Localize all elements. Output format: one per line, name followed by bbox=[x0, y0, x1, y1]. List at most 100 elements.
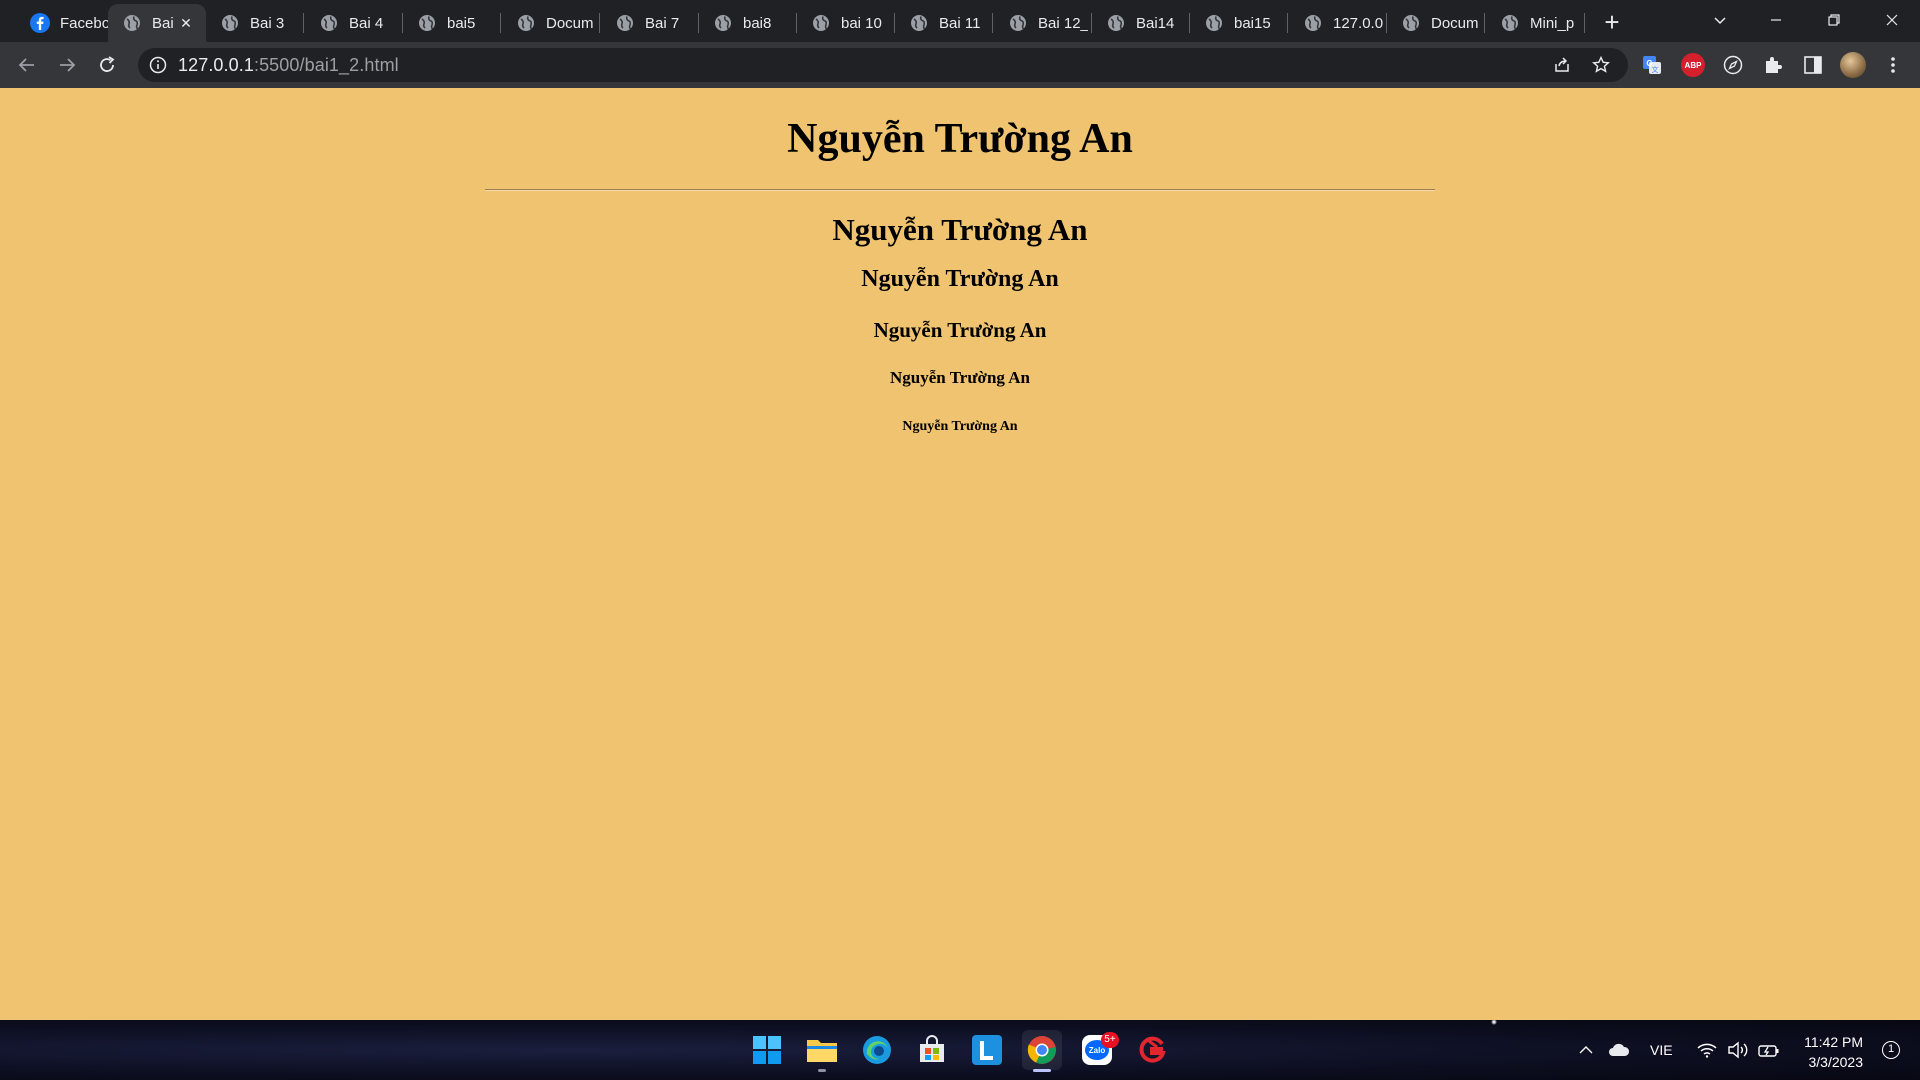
info-icon[interactable] bbox=[148, 55, 168, 75]
tab-separator bbox=[992, 13, 993, 33]
tab-separator bbox=[599, 13, 600, 33]
tab-title: bai15 bbox=[1234, 14, 1271, 32]
globe-icon bbox=[417, 13, 437, 33]
url-host: 127.0.0.1 bbox=[178, 55, 254, 75]
tab-title: Faceboo bbox=[60, 14, 110, 32]
more-vertical-icon bbox=[1891, 57, 1895, 73]
clock-date: 3/3/2023 bbox=[1808, 1054, 1864, 1070]
browser-tab[interactable]: bai 10 bbox=[797, 4, 893, 42]
wifi-tray-icon[interactable] bbox=[1697, 1020, 1717, 1080]
address-bar[interactable]: 127.0.0.1:5500/bai1_2.html bbox=[138, 48, 1628, 82]
globe-icon bbox=[615, 13, 635, 33]
volume-tray-icon[interactable] bbox=[1727, 1020, 1749, 1080]
translate-icon: G文 bbox=[1643, 56, 1661, 74]
tab-title: bai8 bbox=[743, 14, 772, 32]
reload-button[interactable] bbox=[92, 50, 122, 80]
browser-tab[interactable]: Mini_p bbox=[1486, 4, 1582, 42]
close-tab-icon[interactable]: ✕ bbox=[176, 13, 196, 33]
edge-icon bbox=[863, 1036, 891, 1064]
globe-icon bbox=[220, 13, 240, 33]
minimize-button[interactable] bbox=[1748, 0, 1804, 40]
tab-title: Bai 11 bbox=[939, 14, 981, 32]
back-button[interactable] bbox=[12, 50, 42, 80]
svg-text:Zalo: Zalo bbox=[1089, 1046, 1106, 1055]
close-icon bbox=[1886, 14, 1898, 26]
tab-title: Bai 7 bbox=[645, 14, 680, 32]
share-icon[interactable] bbox=[1552, 55, 1572, 75]
tab-separator bbox=[1584, 13, 1585, 33]
cloud-icon bbox=[1609, 1043, 1630, 1056]
windows-logo-icon bbox=[753, 1036, 781, 1064]
browser-tab[interactable]: Docum bbox=[502, 4, 598, 42]
globe-icon bbox=[811, 13, 831, 33]
taskbar-edge[interactable] bbox=[857, 1030, 897, 1070]
chevron-up-icon bbox=[1579, 1046, 1593, 1054]
taskbar-file-explorer[interactable] bbox=[802, 1030, 842, 1072]
onedrive-tray-icon[interactable] bbox=[1608, 1020, 1630, 1080]
side-panel-button[interactable] bbox=[1801, 53, 1825, 77]
browser-tab[interactable]: Bai 7 bbox=[601, 4, 697, 42]
browser-tab[interactable]: Bai ✕ bbox=[108, 4, 206, 42]
minimize-icon bbox=[1771, 19, 1781, 21]
browser-tab[interactable]: Bai 4 bbox=[305, 4, 401, 42]
browser-tab[interactable]: bai5 bbox=[403, 4, 499, 42]
browser-menu-button[interactable] bbox=[1881, 53, 1905, 77]
new-tab-button[interactable]: + bbox=[1598, 8, 1626, 36]
tab-title: Bai14 bbox=[1136, 14, 1175, 32]
puzzle-icon bbox=[1766, 57, 1782, 73]
browser-tab[interactable]: Bai 11 bbox=[895, 4, 991, 42]
tab-title: Docum bbox=[546, 14, 594, 32]
tab-strip: FacebooBai✕ Bai 3 Bai 4 bai5 Docum Bai 7 bai8 b… bbox=[0, 0, 1920, 42]
taskbar-clock[interactable]: 11:42 PM 3/3/2023 bbox=[1804, 1032, 1863, 1072]
active-indicator bbox=[1033, 1069, 1051, 1072]
svg-text:文: 文 bbox=[1652, 65, 1659, 74]
browser-tab[interactable]: Bai14 bbox=[1092, 4, 1188, 42]
browser-tab[interactable]: bai15 bbox=[1190, 4, 1286, 42]
globe-icon bbox=[1401, 13, 1421, 33]
taskbar-chrome[interactable] bbox=[1022, 1030, 1062, 1072]
page-viewport: Nguyễn Trường An Nguyễn Trường An Nguyễn… bbox=[0, 88, 1920, 1020]
arrow-right-icon bbox=[60, 58, 76, 72]
globe-icon bbox=[319, 13, 339, 33]
heading-h1: Nguyễn Trường An bbox=[787, 116, 1133, 162]
taskbar-zalo[interactable]: Zalo 5+ bbox=[1077, 1030, 1119, 1070]
globe-icon bbox=[516, 13, 536, 33]
input-language[interactable]: VIE bbox=[1650, 1020, 1673, 1080]
browser-tab[interactable]: Bai 3 bbox=[206, 4, 302, 42]
show-hidden-icons-button[interactable] bbox=[1578, 1020, 1594, 1080]
google-translate-extension[interactable]: G文 bbox=[1640, 53, 1664, 77]
tab-separator bbox=[1484, 13, 1485, 33]
url-text[interactable]: 127.0.0.1:5500/bai1_2.html bbox=[178, 55, 399, 76]
taskbar-microsoft-store[interactable] bbox=[912, 1030, 952, 1070]
extensions-button[interactable] bbox=[1761, 53, 1785, 77]
facebook-icon bbox=[30, 13, 50, 33]
profile-avatar[interactable] bbox=[1840, 52, 1866, 78]
taskbar-garena[interactable] bbox=[1132, 1030, 1172, 1070]
heading-h4: Nguyễn Trường An bbox=[873, 318, 1047, 342]
tab-separator bbox=[500, 13, 501, 33]
tab-title: Bai 4 bbox=[349, 14, 384, 32]
browser-tab[interactable]: Docum bbox=[1387, 4, 1483, 42]
start-button[interactable] bbox=[747, 1030, 787, 1070]
wifi-icon bbox=[1697, 1043, 1717, 1058]
restore-button[interactable] bbox=[1806, 0, 1862, 40]
browser-tab[interactable]: Faceboo bbox=[16, 4, 112, 42]
compass-extension[interactable] bbox=[1721, 53, 1745, 77]
tab-title: bai 10 bbox=[841, 14, 882, 32]
notification-center-button[interactable]: 1 bbox=[1882, 1041, 1900, 1059]
taskbar-app-l[interactable] bbox=[967, 1030, 1007, 1070]
browser-tab[interactable]: 127.0.0 bbox=[1289, 4, 1385, 42]
running-indicator bbox=[818, 1069, 826, 1072]
heading-h2: Nguyễn Trường An bbox=[832, 212, 1088, 247]
globe-icon bbox=[1106, 13, 1126, 33]
tab-search-button[interactable] bbox=[1692, 0, 1748, 40]
forward-button[interactable] bbox=[52, 50, 82, 80]
globe-icon bbox=[909, 13, 929, 33]
browser-tab[interactable]: bai8 bbox=[699, 4, 795, 42]
bookmark-star-icon[interactable] bbox=[1591, 55, 1611, 75]
tab-title: Bai 3 bbox=[250, 14, 285, 32]
battery-tray-icon[interactable] bbox=[1757, 1020, 1781, 1080]
adblock-plus-extension[interactable]: ABP bbox=[1681, 53, 1705, 77]
browser-tab[interactable]: Bai 12_ bbox=[994, 4, 1090, 42]
close-window-button[interactable] bbox=[1864, 0, 1920, 40]
